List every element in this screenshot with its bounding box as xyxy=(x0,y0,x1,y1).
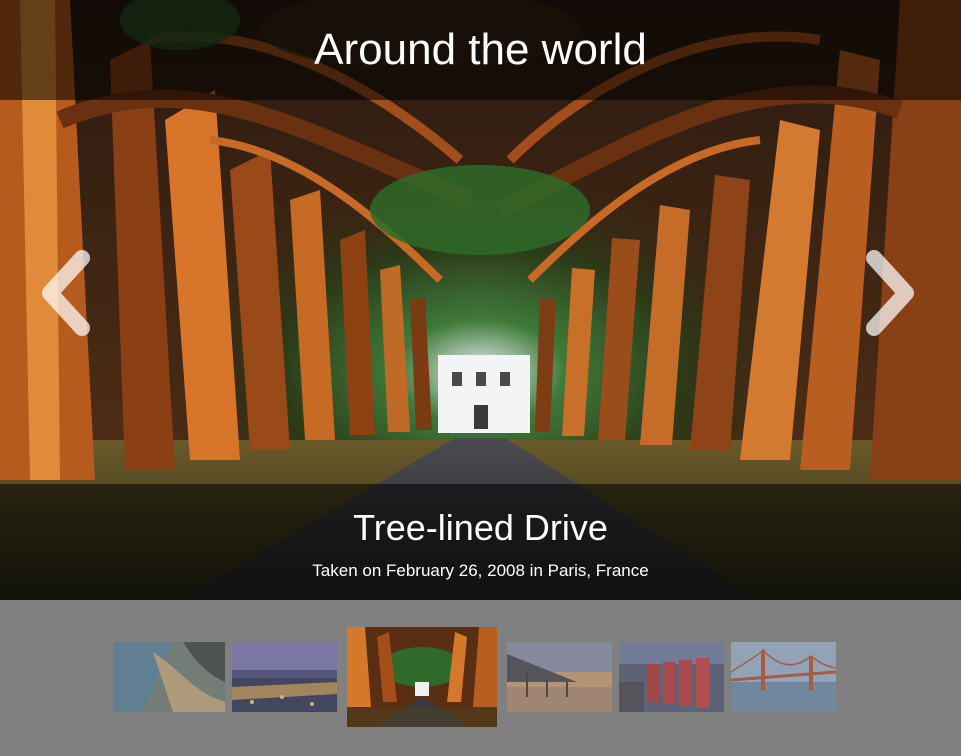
photo-subtitle: Taken on February 26, 2008 in Paris, Fra… xyxy=(312,561,649,580)
chevron-right-icon xyxy=(866,250,914,336)
thumb-red-phone-booths[interactable] xyxy=(619,642,724,712)
thumb-pier-sunset[interactable] xyxy=(507,642,612,712)
gallery-title: Around the world xyxy=(314,25,647,74)
next-button[interactable] xyxy=(862,250,918,336)
thumb-golden-gate-bridge[interactable] xyxy=(731,642,836,712)
previous-button[interactable] xyxy=(38,250,94,336)
thumbnail-strip xyxy=(0,600,961,756)
chevron-left-icon xyxy=(42,250,90,336)
thumb-city-night[interactable] xyxy=(232,642,337,712)
thumb-coastline[interactable] xyxy=(113,642,225,712)
main-slide: Around the world Tree-lined Drive Taken … xyxy=(0,0,961,600)
photo-title: Tree-lined Drive xyxy=(353,507,608,548)
thumb-tree-lined-drive[interactable] xyxy=(347,627,497,727)
